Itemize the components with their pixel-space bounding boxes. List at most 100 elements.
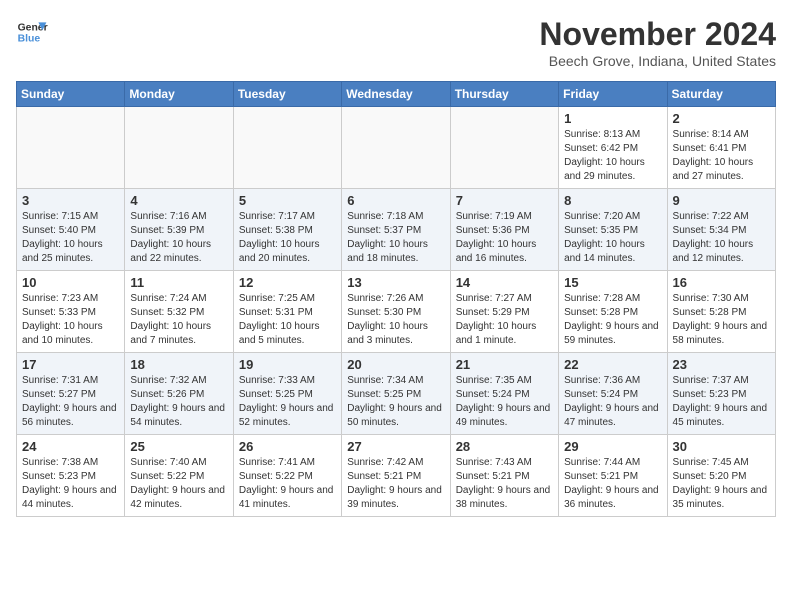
week-row-1: 1 Sunrise: 8:13 AMSunset: 6:42 PMDaylight… <box>17 107 776 189</box>
day-info: Sunrise: 7:38 AMSunset: 5:23 PMDaylight:… <box>22 456 119 512</box>
calendar-cell: 6 Sunrise: 7:18 AMSunset: 5:37 PMDaylight… <box>342 189 450 271</box>
title-block: November 2024 Beech Grove, Indiana, Unit… <box>539 16 776 69</box>
calendar-cell: 19 Sunrise: 7:33 AMSunset: 5:25 PMDayligh… <box>233 353 341 435</box>
calendar-cell: 17 Sunrise: 7:31 AMSunset: 5:27 PMDayligh… <box>17 353 125 435</box>
day-info: Sunrise: 8:14 AMSunset: 6:41 PMDaylight:… <box>673 128 770 184</box>
calendar-cell: 24 Sunrise: 7:38 AMSunset: 5:23 PMDayligh… <box>17 435 125 517</box>
day-number: 18 <box>130 357 227 372</box>
day-number: 19 <box>239 357 336 372</box>
day-number: 14 <box>456 275 553 290</box>
day-number: 27 <box>347 439 444 454</box>
day-number: 24 <box>22 439 119 454</box>
calendar-cell: 16 Sunrise: 7:30 AMSunset: 5:28 PMDayligh… <box>667 271 775 353</box>
calendar-cell <box>450 107 558 189</box>
calendar-cell: 4Sunrise: 7:16 AMSunset: 5:39 PMDaylight… <box>125 189 233 271</box>
day-info: Sunrise: 7:43 AMSunset: 5:21 PMDaylight:… <box>456 456 553 512</box>
calendar-cell: 28Sunrise: 7:43 AMSunset: 5:21 PMDayligh… <box>450 435 558 517</box>
day-number: 11 <box>130 275 227 290</box>
day-number: 30 <box>673 439 770 454</box>
week-row-2: 3 Sunrise: 7:15 AMSunset: 5:40 PMDaylight… <box>17 189 776 271</box>
day-info: Sunrise: 7:45 AMSunset: 5:20 PMDaylight:… <box>673 456 770 512</box>
week-row-5: 24 Sunrise: 7:38 AMSunset: 5:23 PMDayligh… <box>17 435 776 517</box>
calendar-cell: 18 Sunrise: 7:32 AMSunset: 5:26 PMDayligh… <box>125 353 233 435</box>
weekday-header-saturday: Saturday <box>667 82 775 107</box>
location: Beech Grove, Indiana, United States <box>539 53 776 69</box>
day-info: Sunrise: 7:20 AMSunset: 5:35 PMDaylight:… <box>564 210 661 266</box>
day-number: 2 <box>673 111 770 126</box>
week-row-3: 10 Sunrise: 7:23 AMSunset: 5:33 PMDayligh… <box>17 271 776 353</box>
weekday-header-thursday: Thursday <box>450 82 558 107</box>
day-info: Sunrise: 7:18 AMSunset: 5:37 PMDaylight:… <box>347 210 444 266</box>
calendar-cell: 22 Sunrise: 7:36 AMSunset: 5:24 PMDayligh… <box>559 353 667 435</box>
day-number: 6 <box>347 193 444 208</box>
day-info: Sunrise: 7:17 AMSunset: 5:38 PMDaylight:… <box>239 210 336 266</box>
calendar-cell: 21 Sunrise: 7:35 AMSunset: 5:24 PMDayligh… <box>450 353 558 435</box>
calendar-cell: 27 Sunrise: 7:42 AMSunset: 5:21 PMDayligh… <box>342 435 450 517</box>
day-info: Sunrise: 7:41 AMSunset: 5:22 PMDaylight:… <box>239 456 336 512</box>
calendar-cell <box>125 107 233 189</box>
calendar-cell: 1 Sunrise: 8:13 AMSunset: 6:42 PMDaylight… <box>559 107 667 189</box>
day-info: Sunrise: 7:44 AMSunset: 5:21 PMDaylight:… <box>564 456 661 512</box>
day-info: Sunrise: 8:13 AMSunset: 6:42 PMDaylight:… <box>564 128 661 184</box>
calendar-table: SundayMondayTuesdayWednesdayThursdayFrid… <box>16 81 776 517</box>
week-row-4: 17 Sunrise: 7:31 AMSunset: 5:27 PMDayligh… <box>17 353 776 435</box>
weekday-header-row: SundayMondayTuesdayWednesdayThursdayFrid… <box>17 82 776 107</box>
calendar-cell: 15 Sunrise: 7:28 AMSunset: 5:28 PMDayligh… <box>559 271 667 353</box>
calendar-cell: 10 Sunrise: 7:23 AMSunset: 5:33 PMDayligh… <box>17 271 125 353</box>
weekday-header-tuesday: Tuesday <box>233 82 341 107</box>
day-info: Sunrise: 7:19 AMSunset: 5:36 PMDaylight:… <box>456 210 553 266</box>
day-info: Sunrise: 7:15 AMSunset: 5:40 PMDaylight:… <box>22 210 119 266</box>
day-info: Sunrise: 7:16 AMSunset: 5:39 PMDaylight:… <box>130 210 227 266</box>
calendar-cell <box>17 107 125 189</box>
calendar-cell: 2 Sunrise: 8:14 AMSunset: 6:41 PMDaylight… <box>667 107 775 189</box>
day-info: Sunrise: 7:35 AMSunset: 5:24 PMDaylight:… <box>456 374 553 430</box>
calendar-cell: 25Sunrise: 7:40 AMSunset: 5:22 PMDayligh… <box>125 435 233 517</box>
calendar-cell: 26 Sunrise: 7:41 AMSunset: 5:22 PMDayligh… <box>233 435 341 517</box>
day-info: Sunrise: 7:25 AMSunset: 5:31 PMDaylight:… <box>239 292 336 348</box>
calendar-cell: 5Sunrise: 7:17 AMSunset: 5:38 PMDaylight… <box>233 189 341 271</box>
day-number: 1 <box>564 111 661 126</box>
day-info: Sunrise: 7:23 AMSunset: 5:33 PMDaylight:… <box>22 292 119 348</box>
day-info: Sunrise: 7:26 AMSunset: 5:30 PMDaylight:… <box>347 292 444 348</box>
calendar-cell: 7Sunrise: 7:19 AMSunset: 5:36 PMDaylight… <box>450 189 558 271</box>
calendar-cell: 29 Sunrise: 7:44 AMSunset: 5:21 PMDayligh… <box>559 435 667 517</box>
day-number: 17 <box>22 357 119 372</box>
logo: General Blue <box>16 16 48 48</box>
calendar-cell <box>342 107 450 189</box>
calendar-cell: 20Sunrise: 7:34 AMSunset: 5:25 PMDayligh… <box>342 353 450 435</box>
day-info: Sunrise: 7:33 AMSunset: 5:25 PMDaylight:… <box>239 374 336 430</box>
day-number: 26 <box>239 439 336 454</box>
calendar-cell: 11 Sunrise: 7:24 AMSunset: 5:32 PMDayligh… <box>125 271 233 353</box>
day-number: 12 <box>239 275 336 290</box>
weekday-header-monday: Monday <box>125 82 233 107</box>
day-number: 21 <box>456 357 553 372</box>
logo-icon: General Blue <box>16 16 48 48</box>
day-number: 16 <box>673 275 770 290</box>
day-info: Sunrise: 7:36 AMSunset: 5:24 PMDaylight:… <box>564 374 661 430</box>
day-number: 3 <box>22 193 119 208</box>
weekday-header-sunday: Sunday <box>17 82 125 107</box>
month-title: November 2024 <box>539 16 776 53</box>
calendar-cell: 12 Sunrise: 7:25 AMSunset: 5:31 PMDayligh… <box>233 271 341 353</box>
day-info: Sunrise: 7:42 AMSunset: 5:21 PMDaylight:… <box>347 456 444 512</box>
svg-text:Blue: Blue <box>18 34 41 45</box>
day-number: 25 <box>130 439 227 454</box>
day-info: Sunrise: 7:31 AMSunset: 5:27 PMDaylight:… <box>22 374 119 430</box>
day-info: Sunrise: 7:24 AMSunset: 5:32 PMDaylight:… <box>130 292 227 348</box>
day-number: 9 <box>673 193 770 208</box>
calendar-cell: 13Sunrise: 7:26 AMSunset: 5:30 PMDayligh… <box>342 271 450 353</box>
page-header: General Blue November 2024 Beech Grove, … <box>16 16 776 69</box>
calendar-cell: 8Sunrise: 7:20 AMSunset: 5:35 PMDaylight… <box>559 189 667 271</box>
day-number: 10 <box>22 275 119 290</box>
day-number: 22 <box>564 357 661 372</box>
weekday-header-friday: Friday <box>559 82 667 107</box>
day-info: Sunrise: 7:28 AMSunset: 5:28 PMDaylight:… <box>564 292 661 348</box>
day-number: 29 <box>564 439 661 454</box>
calendar-cell: 23Sunrise: 7:37 AMSunset: 5:23 PMDayligh… <box>667 353 775 435</box>
day-info: Sunrise: 7:32 AMSunset: 5:26 PMDaylight:… <box>130 374 227 430</box>
day-info: Sunrise: 7:27 AMSunset: 5:29 PMDaylight:… <box>456 292 553 348</box>
calendar-cell: 30 Sunrise: 7:45 AMSunset: 5:20 PMDayligh… <box>667 435 775 517</box>
day-info: Sunrise: 7:30 AMSunset: 5:28 PMDaylight:… <box>673 292 770 348</box>
day-number: 15 <box>564 275 661 290</box>
day-number: 20 <box>347 357 444 372</box>
